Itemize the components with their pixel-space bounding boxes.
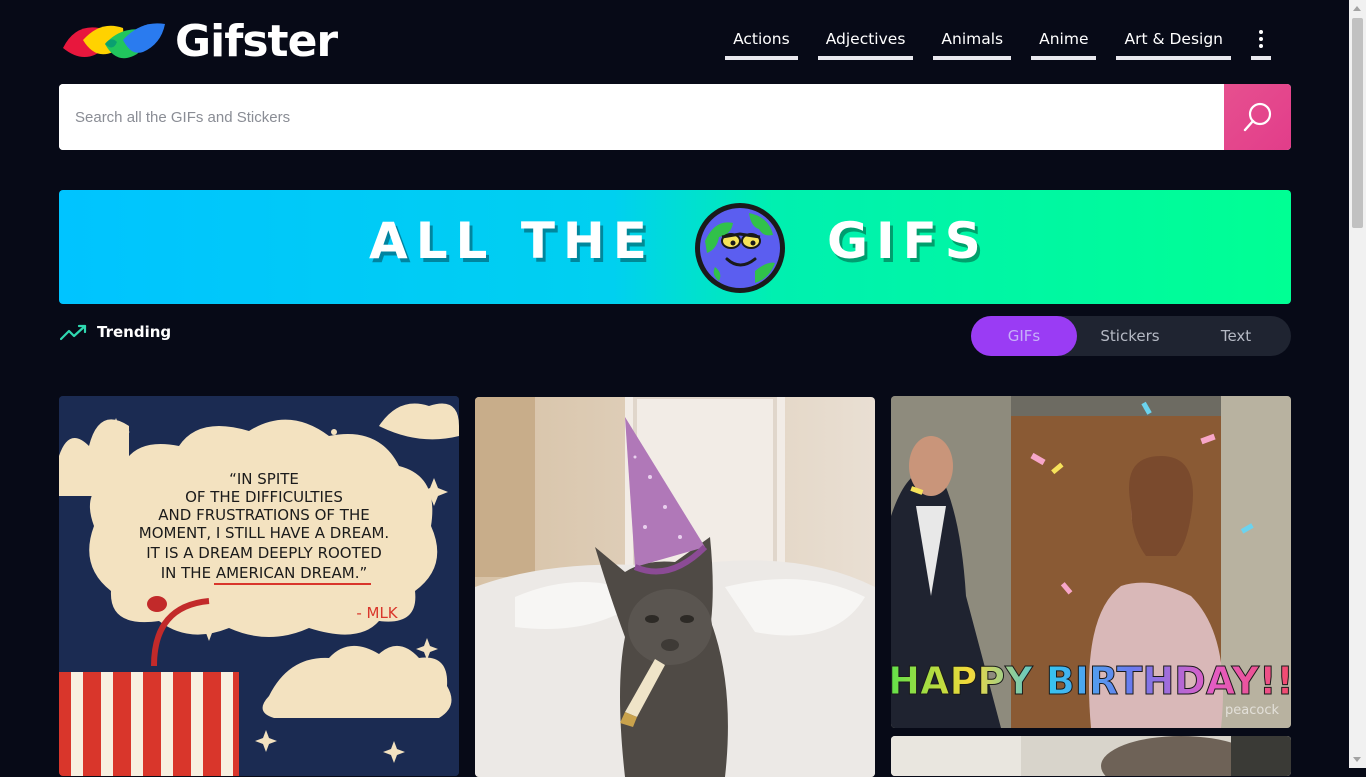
search-button[interactable] [1224, 84, 1291, 150]
main-nav: Actions Adjectives Animals Anime Art & D… [725, 28, 1271, 60]
trending-header: Trending [60, 323, 171, 341]
gif-image-birthday: HAPPY BIRTHDAY!! peacock [891, 396, 1291, 728]
quote-line-4: MOMENT, I STILL HAVE A DREAM. [139, 524, 389, 542]
scroll-down-arrow-icon[interactable] [1353, 757, 1361, 762]
nav-item-animals[interactable]: Animals [933, 28, 1012, 60]
content-type-tabs: GIFs Stickers Text [971, 316, 1291, 356]
gif-tile-happy-birthday[interactable]: HAPPY BIRTHDAY!! peacock [891, 396, 1291, 728]
nav-item-anime[interactable]: Anime [1031, 28, 1097, 60]
promo-banner[interactable]: ALL THE GIFS [59, 190, 1291, 304]
quote-line-5: IT IS A DREAM DEEPLY ROOTED [146, 544, 382, 562]
gif-tile-mlk-quote[interactable]: “IN SPITE OF THE DIFFICULTIES AND FRUSTR… [59, 396, 459, 776]
search-input[interactable] [59, 84, 1224, 150]
gif-tile-partial[interactable] [891, 736, 1291, 776]
tab-stickers[interactable]: Stickers [1077, 316, 1183, 356]
birthday-caption: HAPPY BIRTHDAY!! [891, 659, 1291, 703]
gif-image-partial [891, 736, 1291, 776]
search-bar [59, 84, 1291, 150]
scroll-thumb[interactable] [1352, 18, 1363, 228]
nav-item-actions[interactable]: Actions [725, 28, 798, 60]
tab-gifs[interactable]: GIFs [971, 316, 1077, 356]
page-scrollbar[interactable] [1349, 0, 1366, 768]
nav-item-adjectives[interactable]: Adjectives [817, 28, 914, 60]
scroll-up-arrow-icon[interactable] [1353, 6, 1361, 11]
gif-image-cat [475, 397, 875, 777]
logo-text: Gifster [175, 16, 338, 67]
tab-text[interactable]: Text [1183, 316, 1289, 356]
banner-text-left: ALL THE [369, 212, 655, 270]
vertical-ellipsis-icon [1259, 29, 1263, 48]
quote-line-1: “IN SPITE [229, 470, 299, 488]
quote-line-2: OF THE DIFFICULTIES [185, 488, 343, 506]
trending-up-icon [60, 324, 87, 341]
quote-signature: - MLK [356, 604, 398, 622]
quote-line-6: IN THE AMERICAN DREAM.” [161, 564, 368, 582]
peacock-watermark: peacock [1225, 703, 1279, 718]
globe-character-icon [695, 203, 785, 293]
banner-text-right: GIFS [827, 212, 989, 270]
nav-item-art-design[interactable]: Art & Design [1116, 28, 1231, 60]
trending-label: Trending [97, 323, 172, 341]
gif-image-quote: “IN SPITE OF THE DIFFICULTIES AND FRUSTR… [59, 396, 459, 776]
gif-tile-party-cat[interactable] [475, 397, 875, 777]
quote-line-3: AND FRUSTRATIONS OF THE [158, 506, 369, 524]
search-icon [1243, 102, 1271, 132]
logo-icon [63, 23, 165, 59]
logo[interactable]: Gifster [61, 16, 338, 67]
more-menu-button[interactable] [1251, 28, 1271, 60]
